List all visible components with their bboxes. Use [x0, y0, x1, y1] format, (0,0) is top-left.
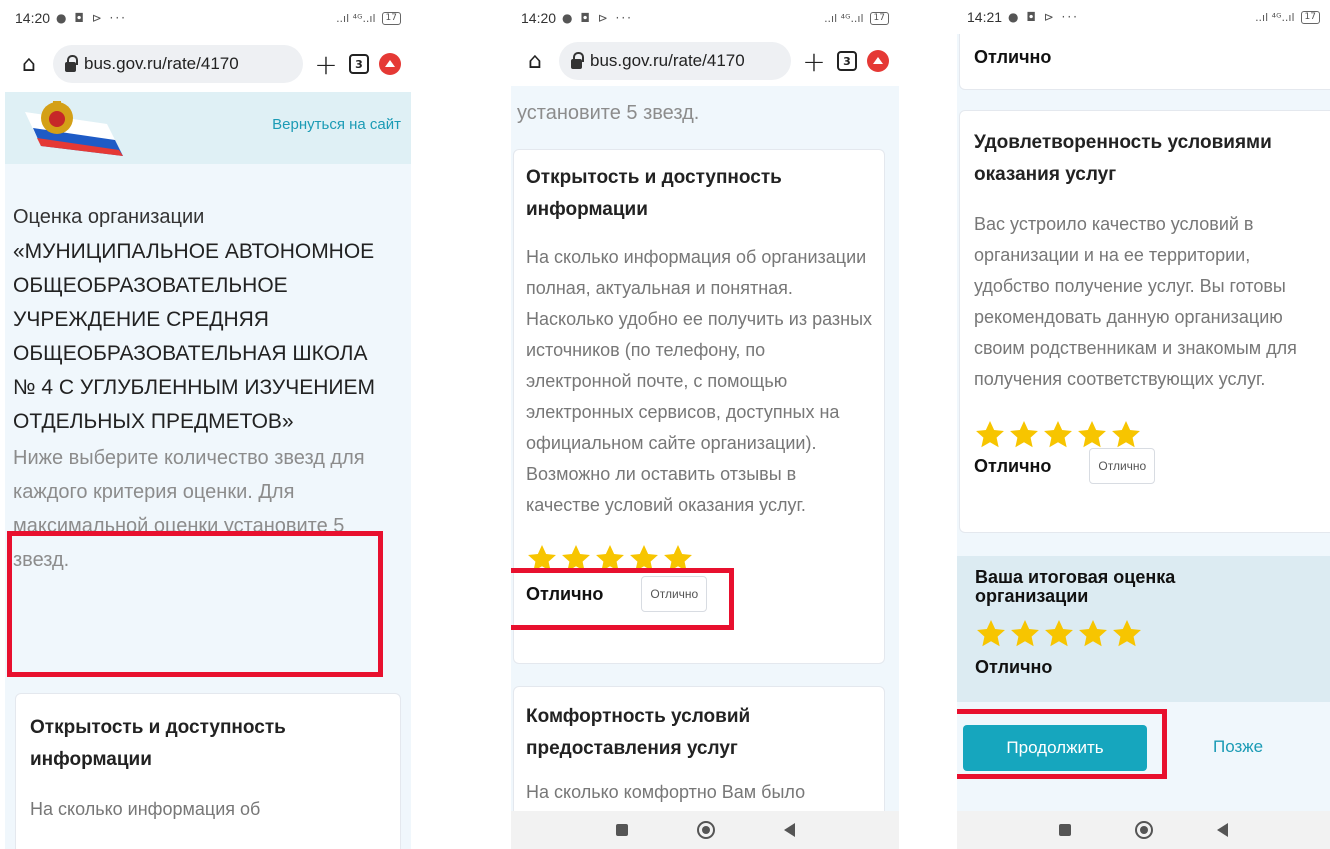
- battery-icon: 17: [381, 11, 401, 25]
- back-nav-icon[interactable]: [783, 823, 795, 837]
- notification-icons: ● ◘ ⊳ ···: [1008, 10, 1079, 24]
- recent-apps-icon[interactable]: [1059, 824, 1071, 836]
- rating-hint-tail: установите 5 звезд.: [517, 102, 700, 124]
- criterion-text: Вас устроило качество условий в организа…: [974, 214, 1297, 389]
- final-star-rating: [975, 618, 1312, 649]
- home-nav-icon[interactable]: [1135, 821, 1153, 839]
- status-time: 14:20: [15, 10, 51, 26]
- tab-switcher-button[interactable]: 3: [837, 51, 857, 71]
- phone-screen-2: установите 5 звезд. Открытость и доступн…: [511, 0, 899, 849]
- new-tab-icon[interactable]: +: [313, 48, 339, 81]
- url-text: bus.gov.ru/rate/4170: [590, 51, 745, 70]
- grade-label: Отлично: [974, 47, 1052, 67]
- notification-icons: ● ◘ ⊳ ···: [56, 11, 127, 25]
- star-icon[interactable]: [1110, 419, 1142, 450]
- star-icon[interactable]: [1042, 419, 1074, 450]
- star-icon[interactable]: [1008, 419, 1040, 450]
- update-icon[interactable]: [379, 53, 401, 75]
- criterion-title: Открытость и доступность информации: [30, 717, 286, 770]
- criterion-text: На сколько информация об: [30, 799, 261, 819]
- org-name: «МУНИЦИПАЛЬНОЕ АВТОНОМНОЕ ОБЩЕОБРАЗОВАТЕ…: [13, 240, 375, 433]
- final-grade-label: Отлично: [975, 657, 1053, 677]
- status-bar: 14:21 ● ◘ ⊳ ··· ..ıl ⁴ᴳ..ıl 17: [957, 0, 1330, 34]
- lock-icon: [571, 51, 584, 69]
- grade-chip: Отлично: [1089, 448, 1156, 484]
- star-icon: [975, 618, 1007, 649]
- criterion-text: На сколько комфортно Вам было: [526, 782, 806, 802]
- phone-screen-1: 14:20 ● ◘ ⊳ ··· ..ıl ⁴ᴳ..ıl 17 ⌂ bus.gov…: [5, 0, 411, 849]
- battery-icon: 17: [869, 11, 889, 25]
- star-icon[interactable]: [974, 419, 1006, 450]
- back-nav-icon[interactable]: [1217, 823, 1228, 837]
- status-time: 14:21: [967, 9, 1003, 25]
- site-header: Вернуться на сайт: [5, 92, 411, 164]
- home-icon[interactable]: ⌂: [521, 49, 549, 74]
- new-tab-icon[interactable]: +: [801, 45, 827, 78]
- system-nav-bar: [511, 811, 899, 849]
- status-bar: 14:20 ● ◘ ⊳ ··· ..ıl ⁴ᴳ..ıl 17: [5, 0, 411, 36]
- home-icon[interactable]: ⌂: [15, 52, 43, 77]
- star-icon[interactable]: [1076, 419, 1108, 450]
- lock-icon: [65, 54, 78, 72]
- signal-icon: ..ıl ⁴ᴳ..ıl: [824, 11, 864, 25]
- org-label: Оценка организации: [13, 206, 205, 228]
- final-rating-panel: Ваша итоговая оценка организации Отлично: [957, 556, 1330, 702]
- star-icon: [1043, 618, 1075, 649]
- status-bar: 14:20 ● ◘ ⊳ ··· ..ıl ⁴ᴳ..ıl 17: [511, 0, 899, 36]
- home-nav-icon[interactable]: [696, 821, 715, 839]
- notification-icons: ● ◘ ⊳ ···: [562, 11, 633, 25]
- criterion-title: Открытость и доступность информации: [526, 167, 782, 220]
- coat-of-arms-logo: [25, 101, 123, 156]
- star-icon: [1009, 618, 1041, 649]
- highlight-frame: [7, 531, 383, 677]
- later-link[interactable]: Позже: [1213, 737, 1263, 757]
- tab-switcher-button[interactable]: 3: [349, 54, 369, 74]
- grade-label: Отлично: [974, 455, 1052, 476]
- star-icon: [1077, 618, 1109, 649]
- address-bar[interactable]: bus.gov.ru/rate/4170: [53, 45, 303, 83]
- update-icon[interactable]: [867, 50, 889, 72]
- highlight-frame: [957, 709, 1167, 779]
- address-bar[interactable]: bus.gov.ru/rate/4170: [559, 42, 791, 80]
- highlight-frame: [511, 568, 734, 630]
- phone-screen-3: Отлично Удовлетворенность условиями оказ…: [957, 0, 1330, 849]
- star-icon: [1111, 618, 1143, 649]
- criterion-title: Комфортность условий предоставления услу…: [526, 706, 751, 759]
- criterion-card: Комфортность условий предоставления услу…: [513, 686, 885, 826]
- browser-toolbar: ⌂ bus.gov.ru/rate/4170 + 3: [5, 36, 411, 92]
- star-rating[interactable]: [974, 419, 1324, 450]
- criterion-title: Удовлетворенность условиями оказания усл…: [974, 132, 1272, 185]
- final-rating-title: Ваша итоговая оценка организации: [975, 567, 1176, 606]
- signal-icon: ..ıl ⁴ᴳ..ıl: [1255, 10, 1295, 24]
- signal-icon: ..ıl ⁴ᴳ..ıl: [336, 11, 376, 25]
- criterion-text: На сколько информация об организации пол…: [526, 247, 873, 515]
- back-to-site-link[interactable]: Вернуться на сайт: [272, 116, 401, 133]
- criterion-card: Открытость и доступность информации На с…: [15, 693, 401, 849]
- system-nav-bar: [957, 811, 1330, 849]
- browser-toolbar: ⌂ bus.gov.ru/rate/4170 + 3: [511, 36, 899, 86]
- criterion-card: Удовлетворенность условиями оказания усл…: [959, 110, 1330, 533]
- status-time: 14:20: [521, 10, 557, 26]
- recent-apps-icon[interactable]: [615, 824, 628, 836]
- url-text: bus.gov.ru/rate/4170: [84, 54, 239, 73]
- battery-icon: 17: [1300, 10, 1320, 24]
